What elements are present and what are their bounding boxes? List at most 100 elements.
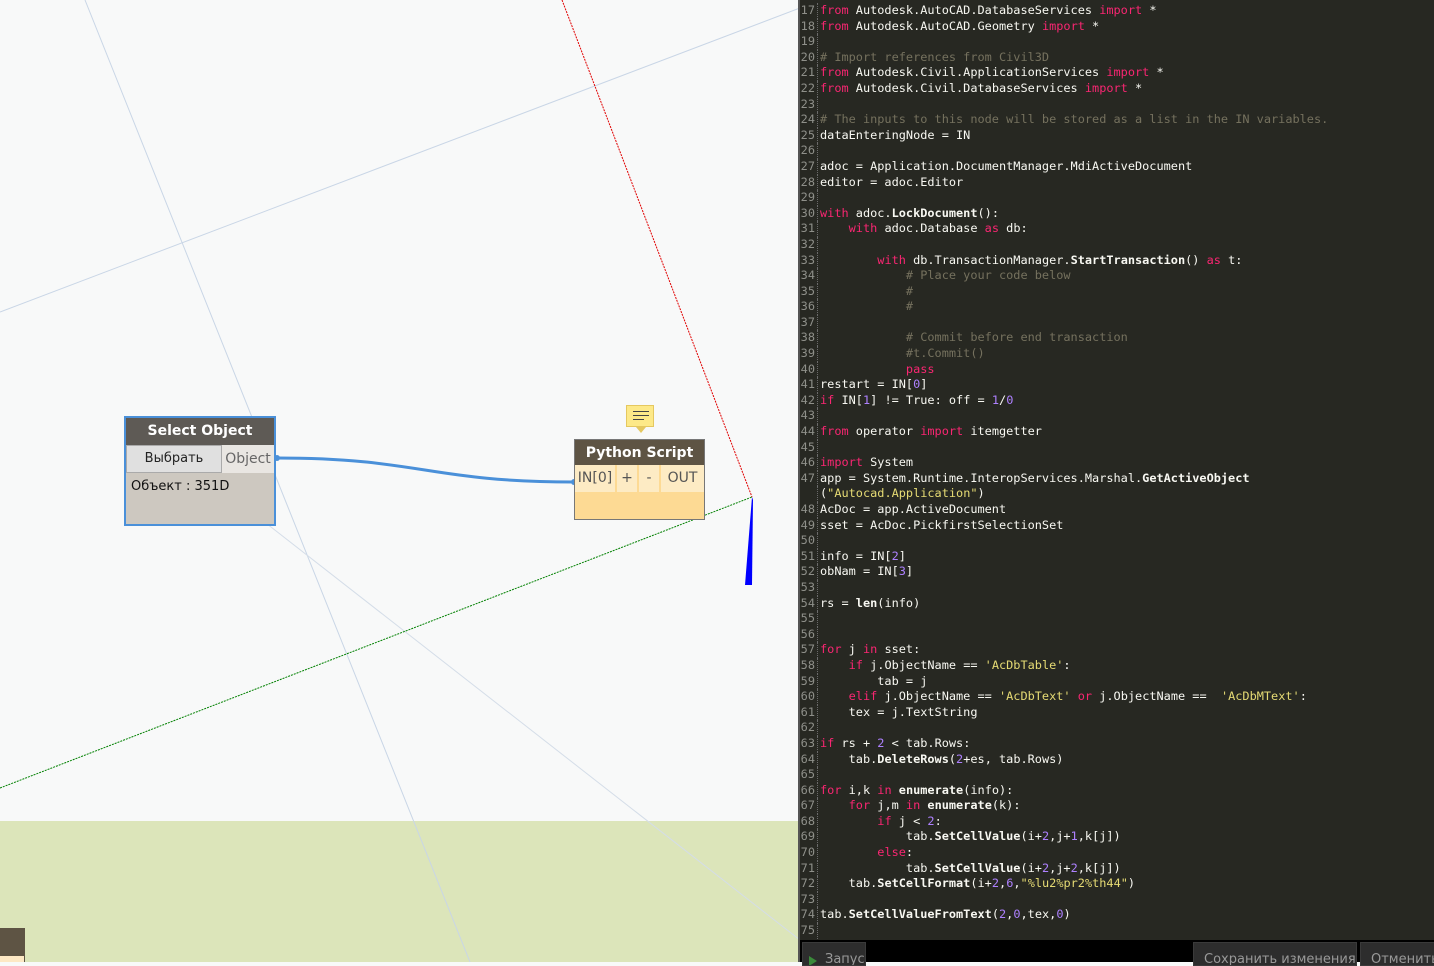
code-line[interactable]: 30 with adoc. LockDocument (): — [800, 205, 1328, 222]
code-line[interactable]: 17 from Autodesk.AutoCAD.DatabaseServices… — [800, 3, 1328, 19]
code-line[interactable]: 44 from operator import itemgetter — [800, 424, 1328, 440]
python-script-node[interactable]: Python Script IN[0] + - OUT — [574, 439, 705, 520]
code-token: , — [1006, 907, 1014, 922]
line-number: 69 — [800, 829, 818, 846]
output-port-out[interactable]: OUT — [661, 465, 704, 492]
code-line[interactable]: 25 dataEnteringNode = IN — [800, 127, 1328, 144]
note-icon[interactable] — [626, 405, 654, 433]
code-line[interactable]: 57 for j in sset: — [800, 642, 1328, 658]
code-line[interactable]: 61 tex = j.TextString — [800, 704, 1328, 721]
line-number: 42 — [800, 392, 818, 409]
code-line[interactable]: 52 obNam = IN[3] — [800, 564, 1328, 580]
code-token: Autodesk.AutoCAD.DatabaseServices — [848, 3, 1100, 17]
add-input-button[interactable]: + — [617, 465, 637, 492]
code-line[interactable]: 66 for i,k in enumerate (info): — [800, 782, 1328, 799]
line-number: 67 — [800, 798, 818, 814]
python-code-editor[interactable]: 17 from Autodesk.AutoCAD.DatabaseServices… — [800, 0, 1434, 940]
code-token: # Commit before end transaction — [905, 330, 1128, 345]
code-line[interactable]: 27 adoc = Application.DocumentManager.Mdi… — [800, 158, 1328, 175]
remove-input-button[interactable]: - — [639, 465, 659, 492]
line-number: 51 — [800, 548, 818, 565]
code-line[interactable]: 48 AcDoc = app.ActiveDocument — [800, 502, 1328, 518]
code-line[interactable]: 46 import System — [800, 455, 1328, 471]
code-line[interactable]: 35 # — [800, 283, 1328, 300]
code-line[interactable]: 69 tab. SetCellValue (i+ 2 ,j+ 1 ,k[j]) — [800, 829, 1328, 846]
partial-node[interactable] — [0, 928, 25, 962]
code-line[interactable]: 64 tab. DeleteRows(2 +es, tab.Rows) — [800, 751, 1328, 768]
code-line[interactable]: 21 from Autodesk.Civil.ApplicationService… — [800, 65, 1328, 81]
code-line[interactable]: 18 from Autodesk.AutoCAD.Geometry import … — [800, 18, 1328, 35]
save-changes-button[interactable]: Сохранить изменения — [1193, 942, 1357, 966]
code-line[interactable]: 37 — [800, 314, 1328, 331]
run-button[interactable]: Запуск — [802, 942, 866, 966]
code-token: 2 — [1041, 829, 1050, 844]
code-line[interactable]: 45 — [800, 439, 1328, 456]
code-line[interactable]: 70 else: — [800, 845, 1328, 861]
select-button[interactable]: Выбрать — [126, 445, 222, 473]
cancel-button[interactable]: Отменить — [1360, 942, 1434, 966]
code-token: as — [984, 221, 999, 236]
code-line[interactable]: 50 — [800, 533, 1328, 549]
code-token: adoc.Database — [877, 221, 985, 236]
code-line[interactable]: 22 from Autodesk.Civil.DatabaseServices i… — [800, 80, 1328, 97]
code-line[interactable]: 54 rs = len (info) — [800, 595, 1328, 612]
code-line[interactable]: 71 tab. SetCellValue (i+ 2 ,j+ 2 ,k[j]) — [800, 860, 1328, 877]
output-port-object[interactable]: Object — [222, 445, 274, 473]
code-line[interactable]: 38 # Commit before end transaction — [800, 330, 1328, 347]
code-line[interactable]: 53 — [800, 579, 1328, 596]
code-line[interactable]: 32 — [800, 236, 1328, 253]
code-line[interactable]: 29 — [800, 190, 1328, 206]
code-line[interactable]: 19 — [800, 34, 1328, 50]
code-token: 'AcDbMText' — [1220, 689, 1300, 704]
line-number: 61 — [800, 704, 818, 721]
code-line[interactable]: 55 — [800, 611, 1328, 627]
code-line[interactable]: 34 # Place your code below — [800, 268, 1328, 284]
code-line[interactable]: 73 — [800, 891, 1328, 908]
code-line[interactable]: 42 if IN[1] != True: off = 1/0 — [800, 392, 1328, 409]
code-token: if — [848, 657, 863, 672]
line-number: 52 — [800, 564, 818, 580]
code-line[interactable]: 62 — [800, 720, 1328, 736]
input-port-in0[interactable]: IN[0] — [575, 465, 615, 492]
code-line[interactable]: 43 — [800, 408, 1328, 425]
graph-canvas[interactable]: Select Object Выбрать Object Объект : 35… — [0, 0, 800, 962]
line-number: 58 — [800, 657, 818, 674]
code-line[interactable]: 28 editor = adoc.Editor — [800, 174, 1328, 191]
code-line[interactable]: 20 # Import references from Civil3D — [800, 49, 1328, 66]
code-line[interactable]: 74 tab. SetCellValueFromText(2, 0 ,tex, 0) — [800, 907, 1328, 924]
code-line[interactable]: 51 info = IN[2] — [800, 548, 1328, 565]
code-line[interactable]: 72 tab. SetCellFormat (i+ 2, 6, "%lu2%pr2%th4… — [800, 876, 1328, 892]
code-line[interactable]: 31 with adoc.Database as db: — [800, 221, 1328, 237]
code-token: * — [1149, 65, 1164, 80]
code-line[interactable]: 24 # The inputs to this node will be stor… — [800, 112, 1328, 128]
select-object-node[interactable]: Select Object Выбрать Object Объект : 35… — [124, 416, 276, 526]
code-line[interactable]: 47 app = System.Runtime.InteropServices.M… — [800, 470, 1328, 487]
code-token: 2 — [877, 735, 885, 750]
code-line[interactable]: 75 — [800, 923, 1328, 939]
code-line[interactable]: 36 # — [800, 299, 1328, 315]
line-number: 30 — [800, 205, 818, 222]
code-line[interactable]: 40 pass — [800, 361, 1328, 378]
code-line[interactable]: ("Autocad.Application") — [800, 486, 1328, 502]
code-line[interactable]: 41 restart = IN[0] — [800, 377, 1328, 393]
code-line[interactable]: 56 — [800, 626, 1328, 643]
code-token: # — [905, 299, 914, 314]
code-line[interactable]: 63 if rs + 2 < tab.Rows: — [800, 735, 1328, 752]
line-number: 68 — [800, 813, 818, 830]
code-line[interactable]: 39 #t.Commit() — [800, 346, 1328, 362]
code-line[interactable]: 59 tab = j — [800, 673, 1328, 690]
code-line[interactable]: 60 elif j.ObjectName == 'AcDbText' or j.… — [800, 689, 1328, 705]
line-number: 20 — [800, 49, 818, 66]
code-token: 2 — [891, 548, 899, 563]
code-line[interactable]: 65 — [800, 767, 1328, 783]
code-line[interactable]: 68 if j < 2: — [800, 813, 1328, 830]
code-line[interactable]: 26 — [800, 143, 1328, 159]
code-token: ,k[j]) — [1077, 829, 1121, 844]
code-line[interactable]: 67 for j,m in enumerate (k): — [800, 798, 1328, 814]
code-line[interactable]: 33 with db.TransactionManager. StartTrans… — [800, 252, 1328, 269]
code-token: elif — [848, 689, 878, 704]
code-line[interactable]: 58 if j.ObjectName == 'AcDbTable': — [800, 657, 1328, 674]
code-line[interactable]: 49 sset = AcDoc.PickfirstSelectionSet — [800, 517, 1328, 534]
code-line[interactable]: 23 — [800, 96, 1328, 113]
